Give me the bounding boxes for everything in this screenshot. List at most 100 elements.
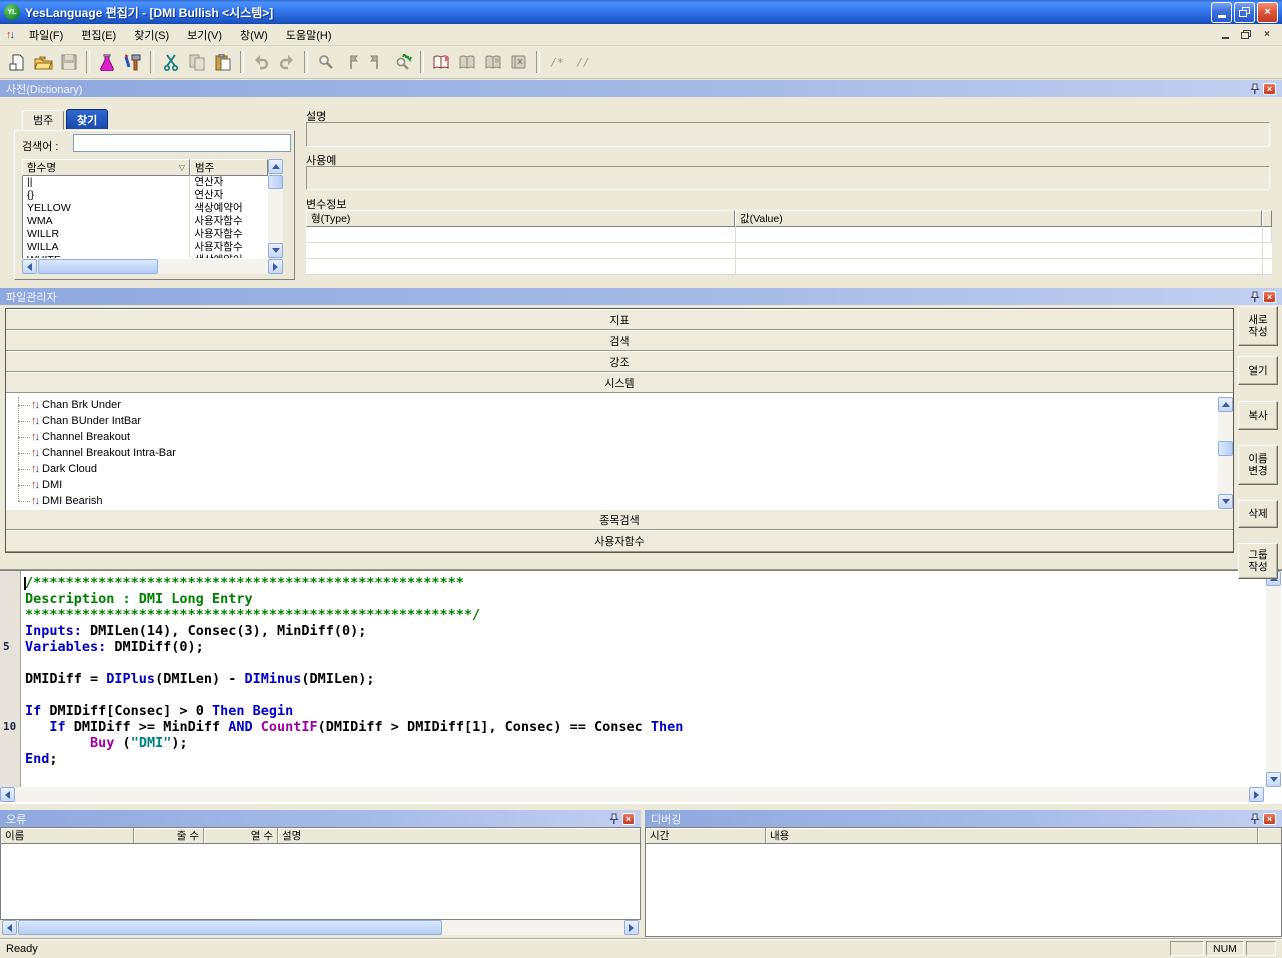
undo-button[interactable] bbox=[248, 49, 274, 75]
open-script-button[interactable]: 열기 bbox=[1238, 356, 1278, 385]
section-indicators[interactable]: 지표 bbox=[6, 309, 1233, 330]
tree-item[interactable]: ↑↓Channel Breakout Intra-Bar bbox=[6, 445, 1233, 461]
app-icon[interactable]: YL bbox=[4, 4, 20, 20]
varinfo-col-value[interactable]: 값(Value) bbox=[735, 210, 1262, 227]
redo-button[interactable] bbox=[274, 49, 300, 75]
error-pane-header[interactable]: 오류 × bbox=[0, 810, 641, 827]
find-replace-button[interactable] bbox=[390, 49, 416, 75]
dict-table-row[interactable]: WILLA사용자함수 bbox=[23, 241, 269, 254]
scroll-right-button[interactable] bbox=[624, 920, 639, 935]
dict-col-category[interactable]: 범주 bbox=[190, 159, 268, 176]
restore-button[interactable] bbox=[1234, 2, 1255, 23]
function-book-button[interactable] bbox=[454, 49, 480, 75]
search-input[interactable] bbox=[73, 134, 291, 152]
error-col-column[interactable]: 열 수 bbox=[204, 828, 278, 843]
find-next-button[interactable] bbox=[364, 49, 390, 75]
menu-help[interactable]: 도움말(H) bbox=[278, 24, 340, 46]
delete-script-button[interactable]: 삭제 bbox=[1238, 500, 1278, 528]
scroll-thumb[interactable] bbox=[38, 259, 158, 274]
editor-horizontal-scrollbar[interactable] bbox=[0, 787, 1264, 802]
scroll-up-button[interactable] bbox=[1218, 397, 1233, 412]
scroll-thumb[interactable] bbox=[1218, 441, 1233, 456]
menu-file[interactable]: 파일(F) bbox=[21, 24, 71, 46]
file-manager-close-icon[interactable]: × bbox=[1263, 291, 1276, 303]
tab-category[interactable]: 범주 bbox=[22, 110, 64, 130]
dict-table-row[interactable]: WILLR사용자함수 bbox=[23, 228, 269, 241]
menu-window[interactable]: 창(W) bbox=[232, 24, 276, 46]
code-editor[interactable]: /***************************************… bbox=[0, 570, 1282, 804]
scroll-right-button[interactable] bbox=[1249, 787, 1264, 802]
tree-item[interactable]: ↑↓Chan Brk Under bbox=[6, 397, 1233, 413]
varinfo-col-type[interactable]: 형(Type) bbox=[306, 210, 735, 227]
tools-button[interactable] bbox=[120, 49, 146, 75]
close-button[interactable]: × bbox=[1257, 2, 1278, 23]
tree-item[interactable]: ↑↓DMI bbox=[6, 477, 1233, 493]
dictionary-pane-header[interactable]: 사전(Dictionary) × bbox=[0, 80, 1282, 97]
scroll-down-button[interactable] bbox=[1266, 772, 1281, 787]
scroll-left-button[interactable] bbox=[22, 259, 37, 274]
tree-item[interactable]: ↑↓Dark Cloud bbox=[6, 461, 1233, 477]
tree-item[interactable]: ↑↓Chan BUnder IntBar bbox=[6, 413, 1233, 429]
block-comment-button[interactable]: /* bbox=[544, 49, 570, 75]
mdi-minimize-button[interactable] bbox=[1216, 27, 1234, 43]
save-button[interactable] bbox=[56, 49, 82, 75]
minimize-button[interactable] bbox=[1211, 2, 1232, 23]
scroll-down-button[interactable] bbox=[1218, 494, 1233, 509]
dict-col-function[interactable]: 함수명 ▽ bbox=[22, 159, 190, 176]
mdi-close-button[interactable]: × bbox=[1258, 27, 1276, 43]
error-col-line[interactable]: 줄 수 bbox=[134, 828, 204, 843]
open-file-button[interactable] bbox=[30, 49, 56, 75]
tree-item[interactable]: ↑↓Channel Breakout bbox=[6, 429, 1233, 445]
error-col-name[interactable]: 이름 bbox=[1, 828, 134, 843]
menu-view[interactable]: 보기(V) bbox=[179, 24, 230, 46]
menu-find[interactable]: 찾기(S) bbox=[126, 24, 177, 46]
dictionary-close-icon[interactable]: × bbox=[1263, 83, 1276, 95]
section-highlight[interactable]: 강조 bbox=[6, 351, 1233, 372]
new-script-button[interactable]: 새로 작성 bbox=[1238, 306, 1278, 346]
debug-pane-close-icon[interactable]: × bbox=[1263, 813, 1276, 825]
error-horizontal-scrollbar[interactable] bbox=[2, 920, 639, 935]
closed-book-button[interactable] bbox=[506, 49, 532, 75]
copy-script-button[interactable]: 복사 bbox=[1238, 401, 1278, 430]
pin-icon[interactable] bbox=[1249, 83, 1260, 95]
scroll-thumb[interactable] bbox=[18, 920, 442, 935]
tree-item[interactable]: ↑↓DMI Bearish bbox=[6, 493, 1233, 509]
debug-list-body[interactable] bbox=[645, 844, 1282, 937]
scroll-left-button[interactable] bbox=[0, 787, 15, 802]
group-create-button[interactable]: 그룹 작성 bbox=[1238, 543, 1278, 579]
scroll-up-button[interactable] bbox=[268, 159, 283, 174]
error-pane-close-icon[interactable]: × bbox=[622, 813, 635, 825]
scroll-right-button[interactable] bbox=[268, 259, 283, 274]
tree-vertical-scrollbar[interactable] bbox=[1218, 397, 1233, 509]
find-button[interactable] bbox=[312, 49, 338, 75]
error-col-description[interactable]: 설명 bbox=[278, 828, 640, 843]
pin-icon[interactable] bbox=[1249, 813, 1260, 825]
paste-button[interactable] bbox=[210, 49, 236, 75]
section-user-functions[interactable]: 사용자함수 bbox=[6, 530, 1233, 552]
scroll-left-button[interactable] bbox=[2, 920, 17, 935]
debug-pane-header[interactable]: 디버깅 × bbox=[645, 810, 1282, 827]
rename-script-button[interactable]: 이름 변경 bbox=[1238, 445, 1278, 485]
cut-button[interactable] bbox=[158, 49, 184, 75]
section-stock-search[interactable]: 종목검색 bbox=[6, 509, 1233, 530]
find-previous-button[interactable] bbox=[338, 49, 364, 75]
menu-edit[interactable]: 편집(E) bbox=[73, 24, 124, 46]
file-manager-header[interactable]: 파일관리자 × bbox=[0, 288, 1282, 305]
dict-vertical-scrollbar[interactable] bbox=[268, 159, 283, 258]
debug-col-content[interactable]: 내용 bbox=[766, 828, 1258, 843]
tab-search[interactable]: 찾기 bbox=[66, 109, 108, 129]
dict-table-row[interactable]: YELLOW색상예약어 bbox=[23, 202, 269, 215]
copy-button[interactable] bbox=[184, 49, 210, 75]
scroll-thumb[interactable] bbox=[268, 175, 283, 189]
error-list-body[interactable] bbox=[0, 844, 641, 920]
variable-book-button[interactable] bbox=[480, 49, 506, 75]
mdi-restore-button[interactable] bbox=[1237, 27, 1255, 43]
debug-col-time[interactable]: 시간 bbox=[646, 828, 766, 843]
dict-horizontal-scrollbar[interactable] bbox=[22, 259, 283, 274]
mdi-document-icon[interactable]: ↑↓ bbox=[6, 29, 13, 41]
dictionary-book-button[interactable] bbox=[428, 49, 454, 75]
dict-table-row[interactable]: {}연산자 bbox=[23, 189, 269, 202]
line-comment-button[interactable]: // bbox=[570, 49, 596, 75]
dict-table-row[interactable]: WMA사용자함수 bbox=[23, 215, 269, 228]
section-system[interactable]: 시스템 bbox=[6, 372, 1233, 393]
